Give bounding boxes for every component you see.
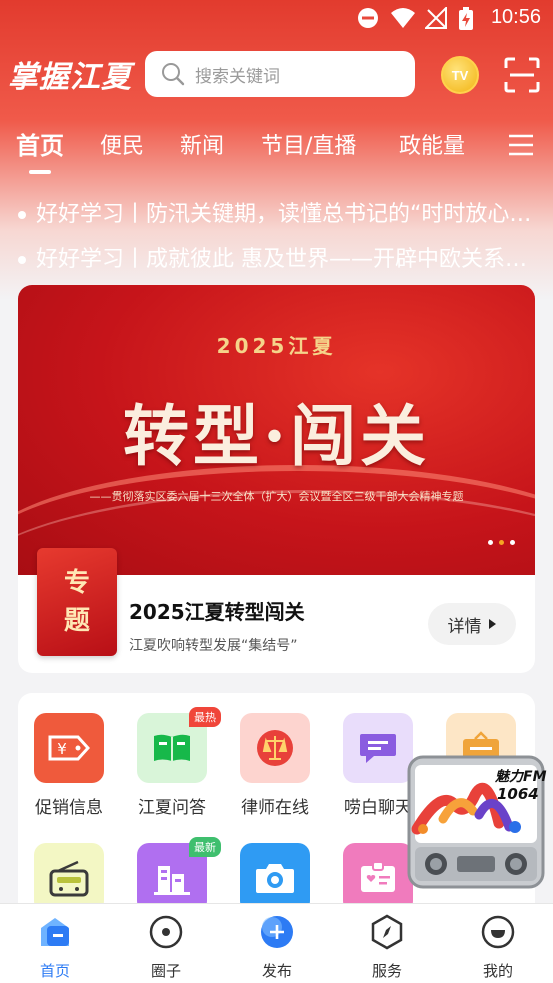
nav-home[interactable]: 首页 xyxy=(15,914,95,981)
active-tab-indicator xyxy=(29,170,51,174)
play-arrow-icon xyxy=(488,619,496,629)
camera-icon xyxy=(256,864,294,893)
topic-badge-text: 题 xyxy=(63,606,90,636)
details-button[interactable]: 详情 xyxy=(428,603,516,645)
tab-news[interactable]: 新闻 xyxy=(180,128,224,160)
details-label: 详情 xyxy=(447,616,482,637)
home-icon xyxy=(41,918,69,946)
bullet-dot xyxy=(18,211,26,219)
tab-government[interactable]: 政能量 xyxy=(399,128,465,160)
headline-ticker-item[interactable]: 好好学习丨防汛关键期，读懂总书记的“时时放心不下” xyxy=(18,196,538,228)
banner-subtitle: ——贯彻落实区委六届十三次全体（扩大）会议暨全区三级干部大会精神专题 xyxy=(89,490,464,503)
app-brand-logo: 掌握江夏 xyxy=(8,60,132,95)
featured-banner-card[interactable]: 2025江夏 转型·闯关 ——贯彻落实区委六届十三次全体（扩大）会议暨全区三级干… xyxy=(18,285,535,673)
carousel-dot xyxy=(510,540,515,545)
profile-icon xyxy=(481,915,515,949)
id-card-icon xyxy=(361,861,395,892)
scan-icon[interactable] xyxy=(504,57,540,93)
headline-ticker-item[interactable]: 好好学习丨成就彼此 惠及世界——开辟中欧关系新未来 xyxy=(18,241,538,273)
banner-image[interactable]: 2025江夏 转型·闯关 ——贯彻落实区委六届十三次全体（扩大）会议暨全区三级干… xyxy=(18,285,535,575)
do-not-disturb-icon xyxy=(358,8,378,28)
tab-home[interactable]: 首页 xyxy=(16,126,64,161)
topic-title: 2025江夏转型闯关 xyxy=(129,600,305,624)
service-qa[interactable]: 最热 江夏问答 xyxy=(122,707,222,818)
bullet-dot xyxy=(18,256,26,264)
banner-year-line: 2025江夏 xyxy=(216,334,337,358)
service-label: 律师在线 xyxy=(241,798,309,818)
nav-label: 发布 xyxy=(261,962,292,980)
compass-icon xyxy=(371,914,403,950)
book-icon xyxy=(154,734,190,761)
service-tile xyxy=(240,713,310,783)
carousel-dot-active xyxy=(499,540,504,545)
menu-icon[interactable] xyxy=(508,134,534,156)
tab-programs-live[interactable]: 节目/直播 xyxy=(261,128,356,160)
battery-charging-icon xyxy=(459,7,473,30)
radio-brand: 魅力FM xyxy=(494,768,547,785)
carousel-indicator xyxy=(488,540,515,545)
service-promotions[interactable]: ¥ 促销信息 xyxy=(19,713,119,818)
banner-headline: 转型·闯关 xyxy=(123,397,430,475)
radio-station-widget[interactable]: 魅力FM 1064 xyxy=(403,753,549,893)
scales-icon xyxy=(257,730,293,766)
service-tile: ¥ xyxy=(34,713,104,783)
search-icon xyxy=(162,63,185,86)
chat-icon xyxy=(360,734,396,763)
topic-description: 江夏吹响转型发展“集结号” xyxy=(129,638,298,654)
search-input[interactable]: 搜索关键词 xyxy=(145,51,415,97)
circle-icon xyxy=(149,915,183,949)
radio-frequency: 1064 xyxy=(497,785,539,803)
headline-text: 好好学习丨成就彼此 惠及世界——开辟中欧关系新未来 xyxy=(36,247,538,272)
nav-circle[interactable]: 圈子 xyxy=(126,914,206,981)
no-signal-icon xyxy=(425,7,447,29)
nav-profile[interactable]: 我的 xyxy=(458,914,538,981)
nav-label: 圈子 xyxy=(150,962,181,980)
topic-badge: 专 题 xyxy=(37,548,117,656)
nav-services[interactable]: 服务 xyxy=(347,914,427,981)
clock: 10:56 xyxy=(490,6,541,28)
svg-text:¥: ¥ xyxy=(57,740,67,758)
new-badge: 最新 xyxy=(189,837,221,857)
hot-badge: 最热 xyxy=(189,707,221,727)
building-icon xyxy=(154,866,190,895)
radio-icon xyxy=(49,860,89,897)
topic-badge-text: 专 xyxy=(63,568,90,598)
nav-label: 首页 xyxy=(39,962,70,980)
bottom-navigation: 首页 圈子 发布 服务 我的 xyxy=(0,903,553,983)
carousel-dot xyxy=(488,540,493,545)
nav-label: 服务 xyxy=(371,962,402,980)
plus-icon xyxy=(261,916,293,948)
search-placeholder: 搜索关键词 xyxy=(195,66,280,87)
service-label: 江夏问答 xyxy=(138,798,206,818)
service-tile: 最热 xyxy=(137,707,221,783)
nav-label: 我的 xyxy=(482,962,513,980)
price-tag-icon: ¥ xyxy=(48,735,90,761)
channel-tabs: 首页 便民 新闻 节目/直播 政能量 xyxy=(0,124,553,174)
wifi-icon xyxy=(391,8,415,28)
headline-text: 好好学习丨防汛关键期，读懂总书记的“时时放心不下” xyxy=(36,202,538,227)
service-label: 促销信息 xyxy=(35,798,103,818)
status-bar: 10:56 xyxy=(0,0,553,38)
tab-convenience[interactable]: 便民 xyxy=(100,128,144,160)
service-lawyer[interactable]: 律师在线 xyxy=(225,713,325,818)
tv-button[interactable]: TV xyxy=(441,56,479,94)
nav-publish[interactable]: 发布 xyxy=(237,914,317,981)
